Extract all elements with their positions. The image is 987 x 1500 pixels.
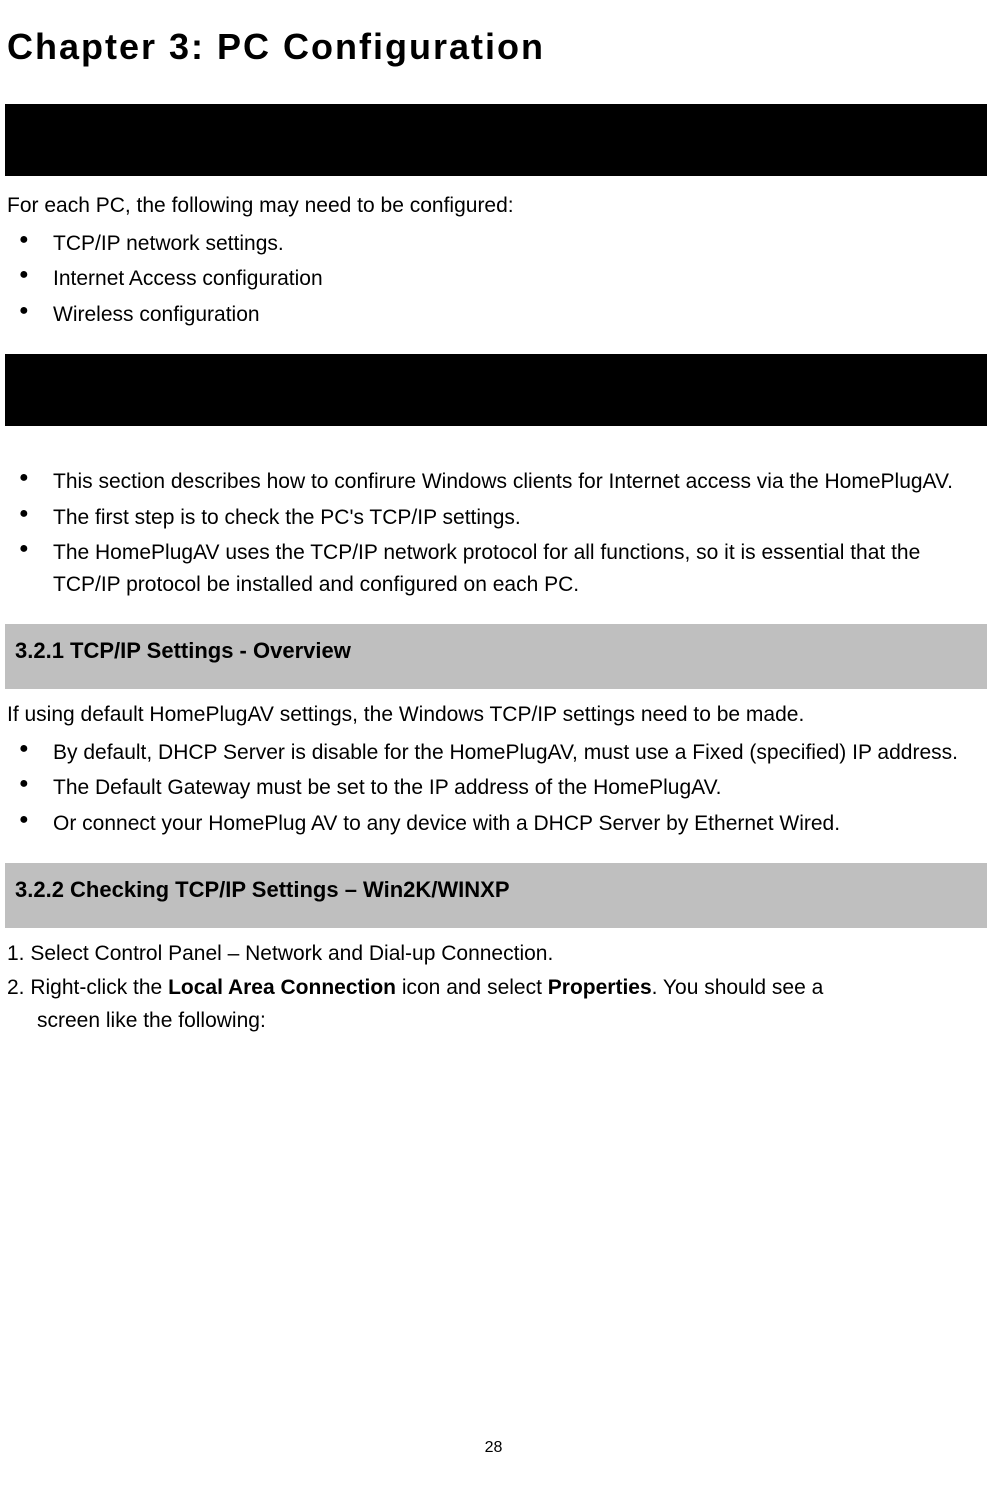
- section-3-2-1-bullet-list: By default, DHCP Server is disable for t…: [5, 737, 987, 840]
- list-item: The Default Gateway must be set to the I…: [5, 772, 987, 804]
- chapter-title: Chapter 3: PC Configuration: [5, 20, 987, 74]
- list-item: The first step is to check the PC's TCP/…: [5, 502, 987, 534]
- step-2-text-pre: 2. Right-click the: [7, 976, 168, 999]
- step-2-text-mid: icon and select: [396, 976, 548, 999]
- section-3-2-2-heading: 3.2.2 Checking TCP/IP Settings – Win2K/W…: [5, 863, 987, 928]
- list-item: Internet Access configuration: [5, 263, 987, 295]
- step-1: 1. Select Control Panel – Network and Di…: [7, 938, 987, 970]
- step-2: 2. Right-click the Local Area Connection…: [7, 972, 987, 1004]
- step-2-text-post: . You should see a: [652, 976, 824, 999]
- list-item: This section describes how to confirure …: [5, 466, 987, 498]
- step-2-bold-2: Properties: [548, 976, 652, 999]
- step-2-bold-1: Local Area Connection: [168, 976, 396, 999]
- section-3-1-bullet-list: TCP/IP network settings. Internet Access…: [5, 228, 987, 331]
- section-3-2-1-intro: If using default HomePlugAV settings, th…: [5, 699, 987, 731]
- list-item: TCP/IP network settings.: [5, 228, 987, 260]
- list-item: The HomePlugAV uses the TCP/IP network p…: [5, 537, 987, 600]
- section-3-1-heading-bar: [5, 104, 987, 176]
- list-item: Wireless configuration: [5, 299, 987, 331]
- list-item: Or connect your HomePlug AV to any devic…: [5, 808, 987, 840]
- section-3-1-intro: For each PC, the following may need to b…: [5, 190, 987, 222]
- section-3-2-2-steps: 1. Select Control Panel – Network and Di…: [5, 938, 987, 1037]
- page-number: 28: [0, 1436, 987, 1460]
- section-3-2-1-heading: 3.2.1 TCP/IP Settings - Overview: [5, 624, 987, 689]
- section-3-2-bullet-list: This section describes how to confirure …: [5, 466, 987, 600]
- list-item: By default, DHCP Server is disable for t…: [5, 737, 987, 769]
- section-3-2-heading-bar: [5, 354, 987, 426]
- step-2-continuation: screen like the following:: [7, 1005, 987, 1037]
